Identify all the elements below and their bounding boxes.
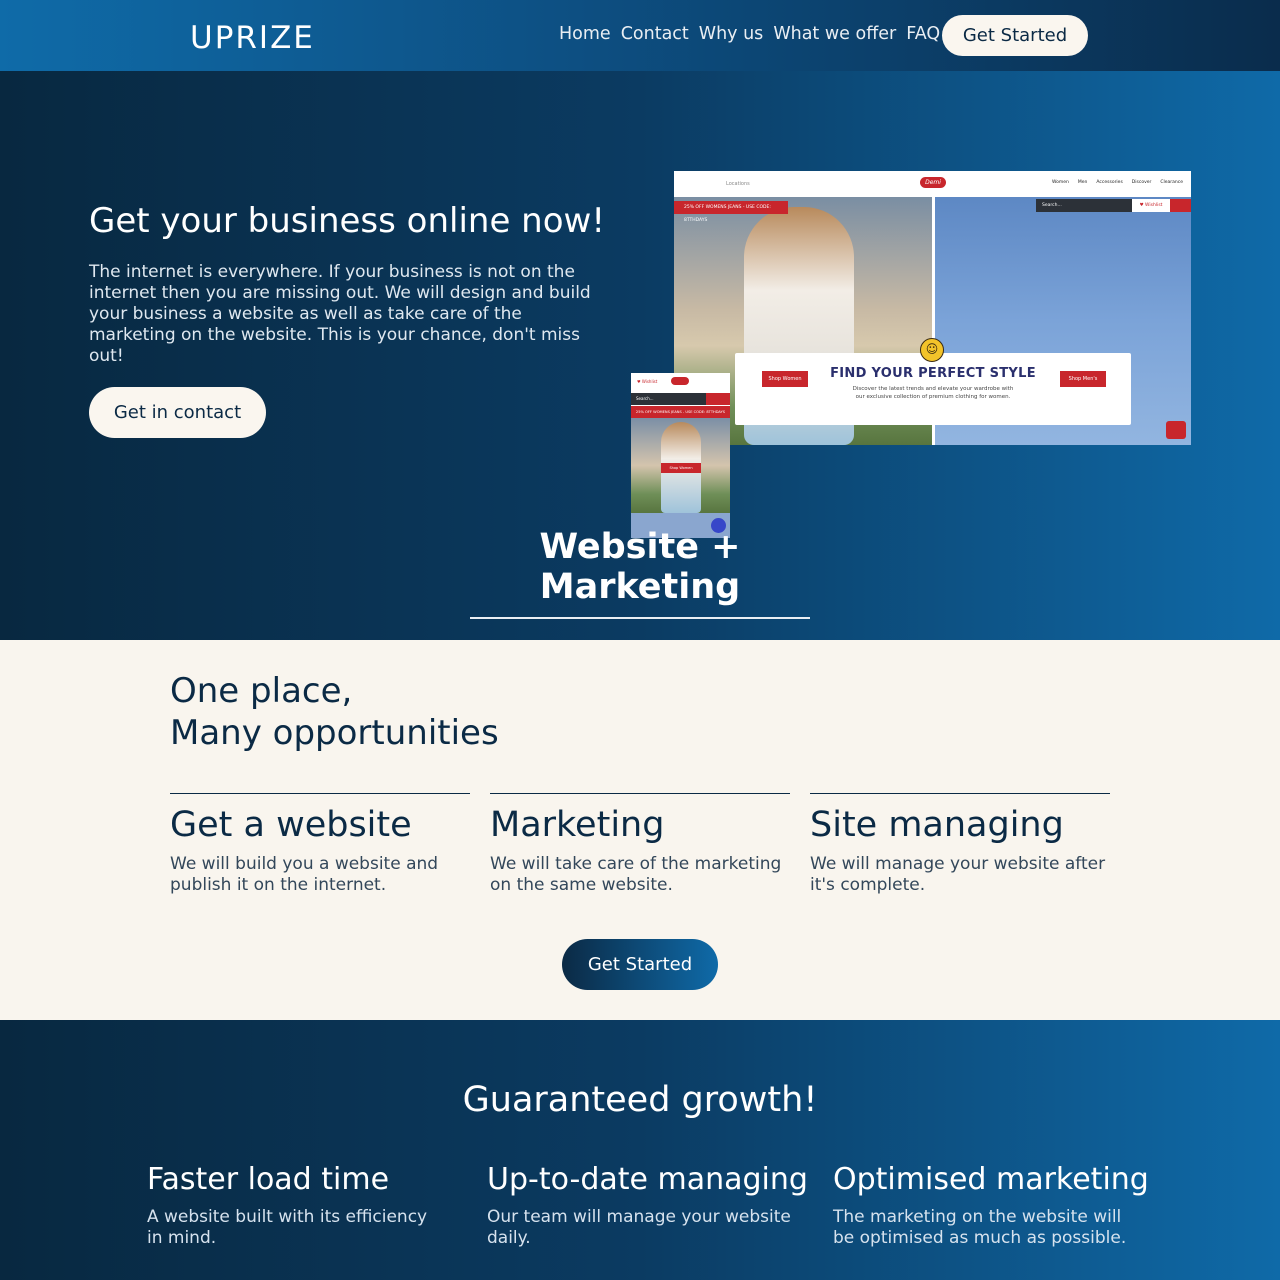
growth-item-title: Faster load time <box>147 1162 390 1197</box>
get-started-button[interactable]: Get Started <box>562 939 718 990</box>
mockup-chat-icon <box>1166 421 1186 439</box>
brand-logo[interactable]: UPRIZE <box>190 20 315 56</box>
mockup-search: Search... <box>1036 199 1132 212</box>
feature-title: Get a website <box>170 805 412 845</box>
growth-item-text: The marketing on the website will be opt… <box>833 1207 1127 1248</box>
mockup-phone-promo: 25% OFF WOMENS JEANS - USE CODE: 8TTHDAY… <box>631 406 730 418</box>
mockup-menu-item: Clearance <box>1160 180 1183 185</box>
mockup-cart-icon <box>1170 199 1191 212</box>
feature-text: We will manage your website after it's c… <box>810 854 1106 895</box>
mockup-wishlist: ♥ Wishlist <box>1132 199 1170 212</box>
website-marketing-heading: Website + Marketing <box>470 527 810 619</box>
feature-get-website: Get a website We will build you a websit… <box>170 793 470 896</box>
growth-title: Guaranteed growth! <box>462 1080 818 1120</box>
growth-section: Guaranteed growth! Faster load time A we… <box>0 1020 1280 1280</box>
mockup-menu-item: Men <box>1077 180 1088 185</box>
nav-link-why-us[interactable]: Why us <box>699 24 764 44</box>
growth-item-text: A website built with its efficiency in m… <box>147 1207 428 1248</box>
feature-marketing: Marketing We will take care of the marke… <box>490 793 790 896</box>
feature-text: We will take care of the marketing on th… <box>490 854 782 895</box>
mockup-menu-item: Accessories <box>1096 180 1123 185</box>
feature-title: Site managing <box>810 805 1064 845</box>
mockup-phone-logo <box>671 377 689 385</box>
nav-links: Home Contact Why us What we offer FAQ <box>559 24 940 44</box>
growth-item-title: Up-to-date managing <box>487 1162 808 1197</box>
growth-item-load-time: Faster load time A website built with it… <box>147 1162 447 1249</box>
mockup-logo: Demi <box>920 177 946 188</box>
mockup-topbar: Locations Demi Women Men Accessories Dis… <box>674 171 1191 197</box>
mockup-menu-item: Discover <box>1131 180 1152 185</box>
mockup-phone-wishlist: ♥ Wishlist <box>637 379 658 384</box>
mockup-phone-photo: Shop Women <box>631 418 730 513</box>
feature-title: Marketing <box>490 805 665 845</box>
nav-link-faq[interactable]: FAQ <box>906 24 940 44</box>
nav-link-home[interactable]: Home <box>559 24 611 44</box>
mockup-phone-shop-button: Shop Women <box>661 463 701 473</box>
mockup-phone-cart-icon <box>706 393 730 405</box>
hero-title: Get your business online now! <box>89 201 605 241</box>
get-in-contact-button[interactable]: Get in contact <box>89 387 266 438</box>
mockup-menu: Women Men Accessories Discover Clearance <box>1052 180 1183 185</box>
opportunities-title-line1: One place, <box>170 671 353 711</box>
hero-description: The internet is everywhere. If your busi… <box>89 262 591 366</box>
nav-link-contact[interactable]: Contact <box>621 24 689 44</box>
top-navbar: UPRIZE Home Contact Why us What we offer… <box>0 0 1280 71</box>
mockup-promo-banner: 25% OFF WOMENS JEANS - USE CODE: 8TTHDAY… <box>674 201 788 223</box>
mockup-location: Locations <box>726 181 750 187</box>
growth-item-text: Our team will manage your website daily. <box>487 1207 791 1248</box>
opportunities-title-line2: Many opportunities <box>170 713 499 753</box>
desktop-website-mockup: Locations Demi Women Men Accessories Dis… <box>674 171 1191 445</box>
growth-item-marketing: Optimised marketing The marketing on the… <box>833 1162 1149 1249</box>
mockup-phone-search: Search... <box>631 393 706 405</box>
growth-item-title: Optimised marketing <box>833 1162 1149 1197</box>
opportunities-section: One place, Many opportunities Get a webs… <box>0 640 1280 1020</box>
feature-text: We will build you a website and publish … <box>170 854 439 895</box>
feature-site-managing: Site managing We will manage your websit… <box>810 793 1110 896</box>
mockup-shop-men: Shop Men's <box>1060 371 1106 387</box>
mobile-website-mockup: ♥ Wishlist Search... 25% OFF WOMENS JEAN… <box>631 373 730 538</box>
nav-link-what-we-offer[interactable]: What we offer <box>773 24 896 44</box>
opportunities-title: One place, Many opportunities <box>170 670 499 754</box>
mockup-card-text: Discover the latest trends and elevate y… <box>852 386 1014 400</box>
get-started-nav-button[interactable]: Get Started <box>942 15 1088 56</box>
hero-section: Get your business online now! The intern… <box>0 71 1280 640</box>
growth-item-managing: Up-to-date managing Our team will manage… <box>487 1162 808 1249</box>
mockup-menu-item: Women <box>1051 180 1069 185</box>
mockup-phone-topbar: ♥ Wishlist <box>631 373 730 390</box>
smiley-icon: ☺ <box>920 338 944 362</box>
mockup-hero-card: Shop Women FIND YOUR PERFECT STYLE Disco… <box>735 353 1131 425</box>
